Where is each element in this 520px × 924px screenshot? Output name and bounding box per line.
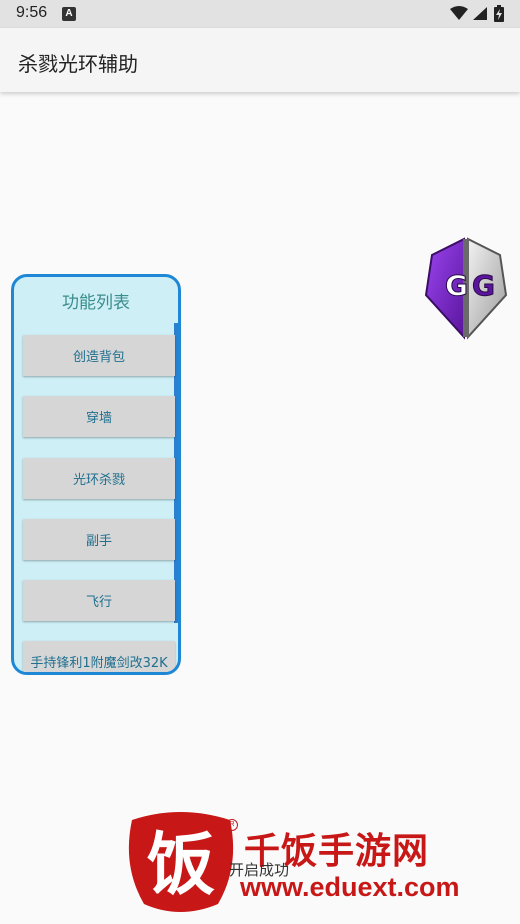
app-bar: 杀戮光环辅助 — [0, 28, 520, 92]
watermark-logo-char: 饭 — [147, 826, 215, 905]
create-inventory-button[interactable]: 创造背包 — [23, 335, 175, 376]
signal-icon — [473, 7, 487, 20]
wifi-icon — [450, 6, 468, 20]
svg-text:G: G — [472, 269, 495, 302]
gameguardian-icon: G G — [424, 237, 508, 340]
svg-text:G: G — [445, 269, 468, 302]
noclip-button[interactable]: 穿墙 — [23, 396, 175, 437]
watermark-logo: 饭 — [128, 812, 234, 912]
fly-button[interactable]: 飞行 — [23, 580, 175, 621]
panel-title: 功能列表 — [62, 293, 130, 313]
registered-mark: R — [226, 819, 238, 831]
status-bar: 9:56 A — [0, 0, 520, 28]
toast-message: 开启成功 — [229, 861, 290, 879]
sharpness-32k-sword-button[interactable]: 手持锋利1附魔剑改32K — [23, 641, 175, 672]
offhand-button[interactable]: 副手 — [23, 519, 175, 560]
function-list-panel: 功能列表 创造背包 穿墙 光环杀戮 副手 飞行 手持锋利1附魔剑改32K — [11, 274, 181, 675]
app-title: 杀戮光环辅助 — [18, 52, 138, 76]
killaura-button[interactable]: 光环杀戮 — [23, 458, 175, 499]
battery-charging-icon — [494, 5, 504, 22]
notification-a-icon: A — [62, 7, 76, 21]
status-time: 9:56 — [16, 4, 48, 21]
gameguardian-floating-icon[interactable]: G G — [420, 235, 512, 341]
